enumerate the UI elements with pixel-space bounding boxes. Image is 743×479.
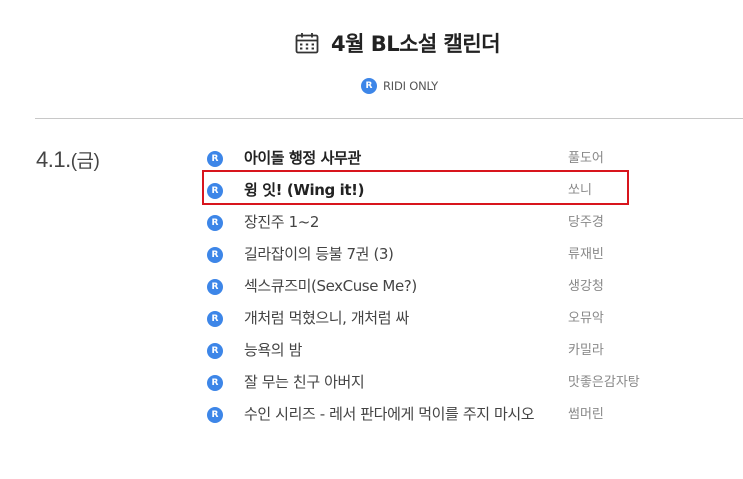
- book-title[interactable]: 수인 시리즈 - 레서 판다에게 먹이를 주지 마시오: [244, 404, 552, 425]
- ridi-badge-icon: R: [207, 247, 223, 263]
- ridi-only-label: RIDI ONLY: [382, 79, 439, 93]
- book-item[interactable]: R 섹스큐즈미(SexCuse Me?) 생강청: [207, 276, 647, 295]
- ridi-badge-icon: R: [207, 151, 223, 167]
- date-day: 4.1.: [36, 147, 71, 172]
- ridi-badge-icon: R: [360, 78, 377, 94]
- date-weekday: (금): [70, 151, 100, 172]
- book-author: 맛좋은감자탕: [568, 375, 640, 390]
- book-author: 류재빈: [568, 247, 604, 262]
- book-title[interactable]: 잘 무는 친구 아버지: [244, 372, 552, 393]
- book-item[interactable]: R 능욕의 밤 카밀라: [207, 340, 647, 359]
- book-title[interactable]: 개처럼 먹혔으니, 개처럼 싸: [244, 308, 552, 329]
- ridi-badge-icon: R: [207, 407, 223, 423]
- book-title[interactable]: 길라잡이의 등불 7권 (3): [244, 244, 552, 265]
- highlight-box: [202, 170, 629, 205]
- page-header: 4월 BL소설 캘린더: [0, 28, 743, 58]
- book-author: 당주경: [568, 215, 604, 230]
- book-author: 카밀라: [568, 343, 604, 358]
- book-item[interactable]: R 아이돌 행정 사무관 풀도어: [207, 148, 647, 167]
- book-item[interactable]: R 잘 무는 친구 아버지 맛좋은감자탕: [207, 372, 647, 391]
- book-item[interactable]: R 길라잡이의 등불 7권 (3) 류재빈: [207, 244, 647, 263]
- book-title[interactable]: 능욕의 밤: [244, 340, 552, 361]
- book-title[interactable]: 장진주 1~2: [244, 212, 552, 233]
- book-author: 오뮤악: [568, 311, 604, 326]
- book-title[interactable]: 섹스큐즈미(SexCuse Me?): [244, 276, 552, 297]
- book-item[interactable]: R 장진주 1~2 당주경: [207, 212, 647, 231]
- book-author: 풀도어: [568, 151, 604, 166]
- ridi-badge-icon: R: [207, 375, 223, 391]
- header-divider: [35, 118, 743, 119]
- ridi-badge-icon: R: [207, 279, 223, 295]
- date-label: 4.1.(금): [36, 146, 100, 173]
- book-title[interactable]: 아이돌 행정 사무관: [244, 148, 552, 169]
- book-item[interactable]: R 수인 시리즈 - 레서 판다에게 먹이를 주지 마시오 썸머린: [207, 404, 647, 423]
- ridi-only-legend: R RIDI ONLY: [0, 78, 743, 94]
- book-item[interactable]: R 개처럼 먹혔으니, 개처럼 싸 오뮤악: [207, 308, 647, 327]
- ridi-badge-icon: R: [207, 343, 223, 359]
- ridi-badge-icon: R: [207, 215, 223, 231]
- ridi-badge-icon: R: [207, 311, 223, 327]
- book-author: 생강청: [568, 279, 604, 294]
- calendar-icon: [295, 33, 319, 54]
- page-title: 4월 BL소설 캘린더: [330, 32, 501, 56]
- book-author: 썸머린: [568, 407, 604, 422]
